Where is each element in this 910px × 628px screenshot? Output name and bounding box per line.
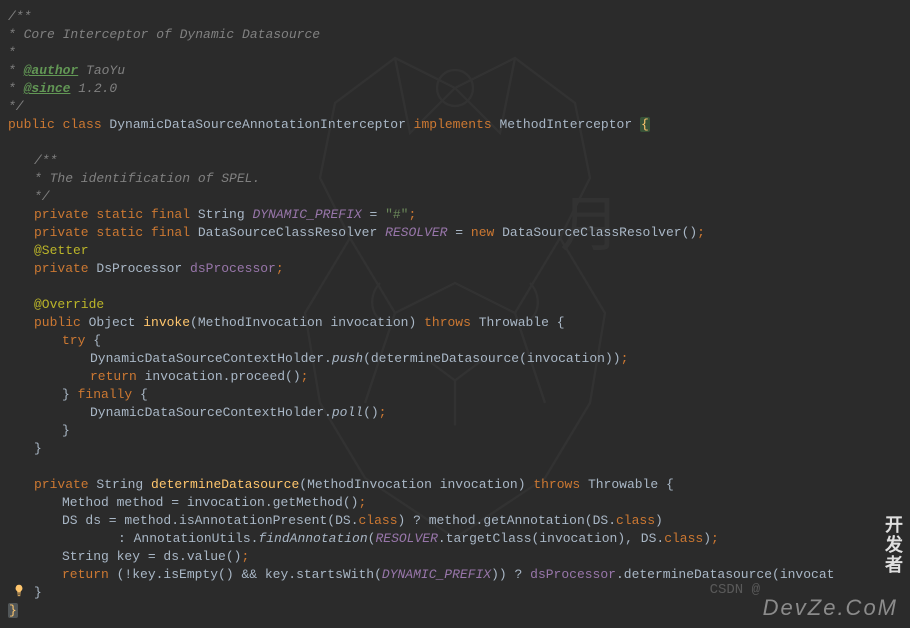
doc-blank: * xyxy=(8,45,16,60)
method-invoke: public Object invoke(MethodInvocation in… xyxy=(30,314,910,332)
field-dsprocessor: private DsProcessor dsProcessor; xyxy=(30,260,910,278)
override-annotation: @Override xyxy=(34,297,104,312)
stmt-ds: DS ds = method.isAnnotationPresent(DS.cl… xyxy=(58,512,910,530)
stmt-return-proceed: return invocation.proceed(); xyxy=(86,368,910,386)
dev-logo-cn: 开发者 xyxy=(882,515,900,575)
stmt-poll: DynamicDataSourceContextHolder.poll(); xyxy=(86,404,910,422)
closing-brace: } xyxy=(8,603,18,618)
doc-author: TaoYu xyxy=(78,63,125,78)
field-resolver: private static final DataSourceClassReso… xyxy=(30,224,910,242)
csdn-watermark: CSDN @ xyxy=(710,581,760,599)
stmt-key: String key = ds.value(); xyxy=(58,548,910,566)
doc-author-tag: @author xyxy=(24,63,79,78)
stmt-method: Method method = invocation.getMethod(); xyxy=(58,494,910,512)
field-dynamic-prefix: private static final String DYNAMIC_PREF… xyxy=(30,206,910,224)
method-determine: private String determineDatasource(Metho… xyxy=(30,476,910,494)
doc-desc: * Core Interceptor of Dynamic Datasource xyxy=(8,27,320,42)
lightbulb-icon[interactable] xyxy=(12,583,26,603)
stmt-return-key: return (!key.isEmpty() && key.startsWith… xyxy=(58,566,910,584)
setter-annotation: @Setter xyxy=(34,243,89,258)
doc-since: 1.2.0 xyxy=(70,81,117,96)
devze-watermark: DevZe.CoM xyxy=(763,599,898,617)
doc-end: */ xyxy=(8,99,24,114)
doc-start: /** xyxy=(8,9,31,24)
doc-since-tag: @since xyxy=(24,81,71,96)
class-declaration: public class DynamicDataSourceAnnotation… xyxy=(4,116,910,134)
stmt-push: DynamicDataSourceContextHolder.push(dete… xyxy=(86,350,910,368)
code-editor[interactable]: /** * Core Interceptor of Dynamic Dataso… xyxy=(0,0,910,628)
